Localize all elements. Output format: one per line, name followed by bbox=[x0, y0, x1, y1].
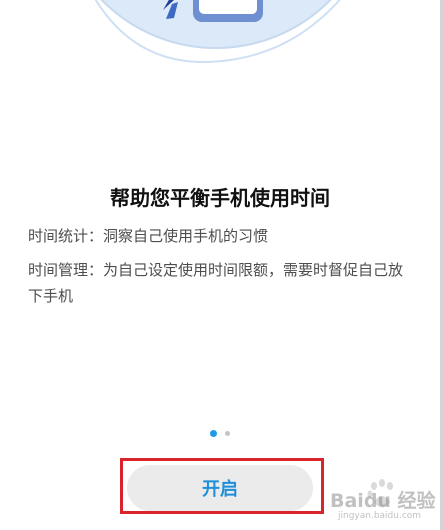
page-title: 帮助您平衡手机使用时间 bbox=[110, 186, 330, 210]
watermark-brand-text: Baidu 经验 bbox=[330, 490, 436, 512]
page-dot-active bbox=[210, 429, 217, 437]
description-time-management: 时间管理：为自己设定使用时间限额，需要时督促自己放下手机 bbox=[28, 261, 404, 305]
hero-illustration bbox=[94, 0, 341, 64]
page-dot-inactive bbox=[225, 430, 230, 436]
description-time-statistics: 时间统计：洞察自己使用手机的习惯 bbox=[28, 227, 269, 245]
page-indicator bbox=[0, 428, 440, 438]
watermark-url-text: jingyan.baidu.com bbox=[338, 511, 422, 521]
start-button[interactable]: 开启 bbox=[127, 465, 313, 511]
